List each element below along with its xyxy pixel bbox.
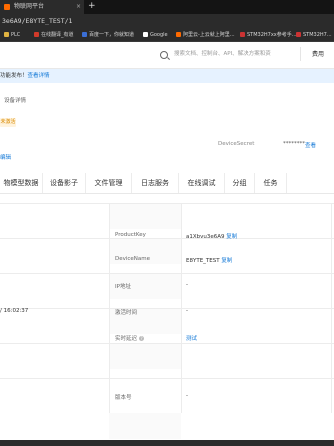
bookmarks-bar: PLC 在线翻译_有道 百度一下，你就知道 Google 阿里云-上云就上阿里.… (0, 29, 334, 42)
notice-text: 功能发布！ (0, 73, 28, 79)
column-divider (109, 203, 110, 413)
browser-tab-bar: 物联网平台 × + (0, 0, 334, 14)
tab-group[interactable]: 分组 (225, 173, 255, 193)
device-secret-value: ******** (283, 141, 305, 147)
tab-task[interactable]: 任务 (255, 173, 287, 193)
address-bar[interactable]: 3e6A9/E8YTE_TEST/1 (0, 14, 334, 29)
page: 搜索文档、控制台、API、解决方案和资 费用 功能发布！查看详情 设备详情 未激… (0, 42, 334, 446)
google-icon (143, 32, 148, 37)
notice-link[interactable]: 查看详情 (28, 73, 50, 79)
pdf-icon (296, 32, 301, 37)
row-divider (0, 273, 334, 274)
device-secret-label: DeviceSecret (218, 141, 255, 147)
new-tab-button[interactable]: + (88, 0, 96, 13)
bookmark-google[interactable]: Google (143, 29, 168, 41)
label-latency: 实时延迟? (115, 334, 145, 342)
label-cell (109, 343, 181, 369)
copy-productkey-link[interactable]: 复制 (226, 234, 237, 240)
help-icon[interactable]: ? (139, 336, 145, 341)
row-divider (0, 308, 334, 309)
browser-tab[interactable]: 物联网平台 × (0, 0, 84, 14)
value-devicename: E8YTE_TEST 复制 (186, 256, 232, 264)
header-fee-link[interactable]: 费用 (312, 49, 324, 58)
bookmark-label: 百度一下，你就知道 (89, 32, 135, 38)
tab-device-shadow[interactable]: 设备影子 (43, 173, 86, 193)
label-cell (109, 203, 181, 229)
folder-icon (4, 32, 9, 37)
breadcrumb[interactable]: 设备详情 (4, 96, 26, 104)
tab-thing-model-data[interactable]: 物模型数据 (0, 173, 43, 193)
bookmark-label: Google (150, 32, 168, 38)
latency-label-text: 实时延迟 (115, 336, 138, 342)
search-icon[interactable] (160, 51, 168, 59)
column-divider (181, 203, 182, 413)
bookmark-baidu[interactable]: 百度一下，你就知道 (82, 29, 134, 41)
bookmark-label: 在线翻译_有道 (41, 32, 74, 38)
device-secret-view-link[interactable]: 查看 (305, 141, 316, 149)
row-divider (0, 343, 334, 344)
search-input[interactable]: 搜索文档、控制台、API、解决方案和资 (174, 49, 271, 57)
productkey-text: a1Xbvu3e6A9 (186, 234, 225, 240)
bookmark-youdao[interactable]: 在线翻译_有道 (34, 29, 74, 41)
label-productkey: ProductKey (115, 232, 146, 238)
label-devicename: DeviceName (115, 256, 151, 262)
value-productkey: a1Xbvu3e6A9 复制 (186, 232, 237, 240)
close-tab-icon[interactable]: × (76, 0, 81, 14)
tab-log-service[interactable]: 日志服务 (132, 173, 179, 193)
label-activation-time: 激活时间 (115, 310, 138, 316)
bookmark-plc[interactable]: PLC (4, 29, 20, 41)
header-divider (300, 47, 301, 61)
label-version: 版本号 (115, 395, 132, 401)
label-ip: IP地址 (115, 284, 131, 290)
bookmark-stm32-2[interactable]: STM32H7... (296, 29, 332, 41)
bottom-bar (0, 440, 334, 446)
value-activation-time: - (186, 308, 188, 314)
value-version: - (186, 393, 188, 399)
bookmark-label: STM32H7... (303, 32, 332, 38)
url-text[interactable]: 3e6A9/E8YTE_TEST/1 (2, 14, 72, 29)
tab-online-debug[interactable]: 在线调试 (179, 173, 225, 193)
value-ip: - (186, 282, 188, 288)
bookmark-label: STM32H7xx参考手... (247, 32, 297, 38)
youdao-icon (34, 32, 39, 37)
device-info-table (0, 203, 334, 439)
row-divider (0, 378, 334, 379)
bookmark-stm32-1[interactable]: STM32H7xx参考手... (240, 29, 297, 41)
detail-tabs: 物模型数据 设备影子 文件管理 日志服务 在线调试 分组 任务 (0, 173, 334, 194)
bookmark-label: PLC (11, 32, 21, 38)
column-divider (331, 203, 332, 413)
baidu-icon (82, 32, 87, 37)
bookmark-label: 阿里云-上云就上阿里... (183, 32, 235, 38)
label-cell (109, 413, 181, 439)
aliyun-favicon-icon (4, 4, 10, 10)
devicename-text: E8YTE_TEST (186, 258, 220, 264)
bookmark-aliyun[interactable]: 阿里云-上云就上阿里... (176, 29, 235, 41)
row-divider (0, 203, 334, 204)
edit-link[interactable]: 编辑 (0, 153, 11, 161)
status-badge: 未激活 (0, 118, 16, 127)
copy-devicename-link[interactable]: 复制 (221, 258, 232, 264)
tab-file-management[interactable]: 文件管理 (86, 173, 132, 193)
aliyun-icon (176, 32, 181, 37)
left-column-time: / 16:02:37 (0, 308, 29, 314)
pdf-icon (240, 32, 245, 37)
notice-banner: 功能发布！查看详情 (0, 69, 334, 83)
top-header: 搜索文档、控制台、API、解决方案和资 费用 (0, 42, 334, 69)
browser-tab-title: 物联网平台 (14, 3, 45, 10)
latency-test-link[interactable]: 测试 (186, 334, 197, 342)
row-divider (0, 238, 334, 239)
